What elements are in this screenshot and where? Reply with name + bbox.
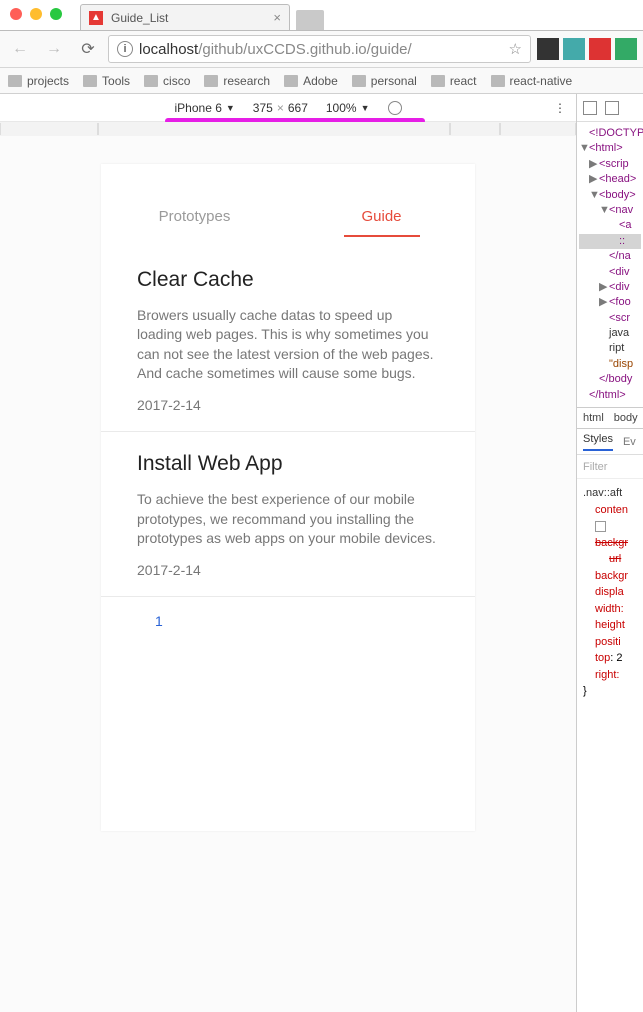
- new-tab-button[interactable]: [296, 10, 324, 30]
- bookmark-folder[interactable]: cisco: [144, 74, 190, 88]
- article-body: To achieve the best experience of our mo…: [137, 490, 439, 548]
- device-frame: Prototypes Guide Clear Cache Browers usu…: [101, 164, 475, 831]
- styles-tabs: Styles Ev: [577, 429, 643, 455]
- page-nav: Prototypes Guide: [101, 164, 475, 248]
- extension-button[interactable]: [615, 38, 637, 60]
- styles-tab[interactable]: Styles: [583, 433, 613, 451]
- bookmark-star-icon[interactable]: ☆: [509, 40, 522, 58]
- extension-button[interactable]: [537, 38, 559, 60]
- tab-title: Guide_List: [111, 11, 168, 25]
- tab-prototypes[interactable]: Prototypes: [101, 200, 288, 247]
- event-listeners-tab[interactable]: Ev: [623, 436, 636, 448]
- bookmark-folder[interactable]: Adobe: [284, 74, 338, 88]
- favicon: ▲: [89, 11, 103, 25]
- rotate-icon[interactable]: [388, 101, 402, 115]
- browser-tab-bar: ▲ Guide_List ×: [80, 2, 643, 30]
- more-options-icon[interactable]: ⋮: [554, 101, 566, 115]
- close-window-button[interactable]: [10, 8, 22, 20]
- bookmark-folder[interactable]: react-native: [491, 74, 573, 88]
- tab-guide[interactable]: Guide: [288, 200, 475, 247]
- device-select[interactable]: iPhone 6▼: [175, 101, 235, 115]
- bookmark-folder[interactable]: research: [204, 74, 270, 88]
- url-text: localhost/github/uxCCDS.github.io/guide/: [139, 41, 412, 58]
- article-card[interactable]: Clear Cache Browers usually cache datas …: [101, 248, 475, 432]
- zoom-select[interactable]: 100%▼: [326, 101, 370, 115]
- responsive-ruler: [0, 122, 576, 136]
- bookmark-folder[interactable]: projects: [8, 74, 69, 88]
- reload-button[interactable]: ⟳: [74, 36, 102, 62]
- window-controls: [10, 8, 62, 20]
- device-dimensions[interactable]: 375 × 667: [253, 101, 308, 115]
- extension-button[interactable]: [589, 38, 611, 60]
- article-title: Install Web App: [137, 452, 439, 476]
- devtools-toolbar: [577, 94, 643, 122]
- extension-button[interactable]: [563, 38, 585, 60]
- forward-button[interactable]: →: [40, 36, 68, 62]
- site-info-icon[interactable]: i: [117, 41, 133, 57]
- article-date: 2017-2-14: [137, 397, 439, 413]
- extensions-area: [537, 38, 637, 60]
- back-button[interactable]: ←: [6, 36, 34, 62]
- inspect-element-icon[interactable]: [583, 101, 597, 115]
- browser-tab[interactable]: ▲ Guide_List ×: [80, 4, 290, 30]
- devtools-panel: <!DOCTYP▼<html>▶<scrip▶<head>▼<body>▼<na…: [576, 94, 643, 1012]
- minimize-window-button[interactable]: [30, 8, 42, 20]
- css-rules[interactable]: .nav::aftcontenbackgrurlbackgrdisplawidt…: [577, 479, 643, 706]
- device-canvas: Prototypes Guide Clear Cache Browers usu…: [0, 136, 576, 1012]
- bookmark-folder[interactable]: personal: [352, 74, 417, 88]
- dom-breadcrumb[interactable]: html body: [577, 407, 643, 429]
- pager[interactable]: 1: [101, 597, 475, 645]
- article-body: Browers usually cache datas to speed up …: [137, 306, 439, 383]
- browser-toolbar: ← → ⟳ i localhost/github/uxCCDS.github.i…: [0, 30, 643, 68]
- styles-filter[interactable]: Filter: [577, 455, 643, 479]
- maximize-window-button[interactable]: [50, 8, 62, 20]
- dom-tree[interactable]: <!DOCTYP▼<html>▶<scrip▶<head>▼<body>▼<na…: [577, 122, 643, 407]
- address-bar[interactable]: i localhost/github/uxCCDS.github.io/guid…: [108, 35, 531, 63]
- article-card[interactable]: Install Web App To achieve the best expe…: [101, 432, 475, 597]
- bookmark-folder[interactable]: Tools: [83, 74, 130, 88]
- article-date: 2017-2-14: [137, 562, 439, 578]
- bookmarks-bar: projects Tools cisco research Adobe pers…: [0, 68, 643, 94]
- article-title: Clear Cache: [137, 268, 439, 292]
- bookmark-folder[interactable]: react: [431, 74, 477, 88]
- close-tab-icon[interactable]: ×: [273, 10, 281, 25]
- device-mode-icon[interactable]: [605, 101, 619, 115]
